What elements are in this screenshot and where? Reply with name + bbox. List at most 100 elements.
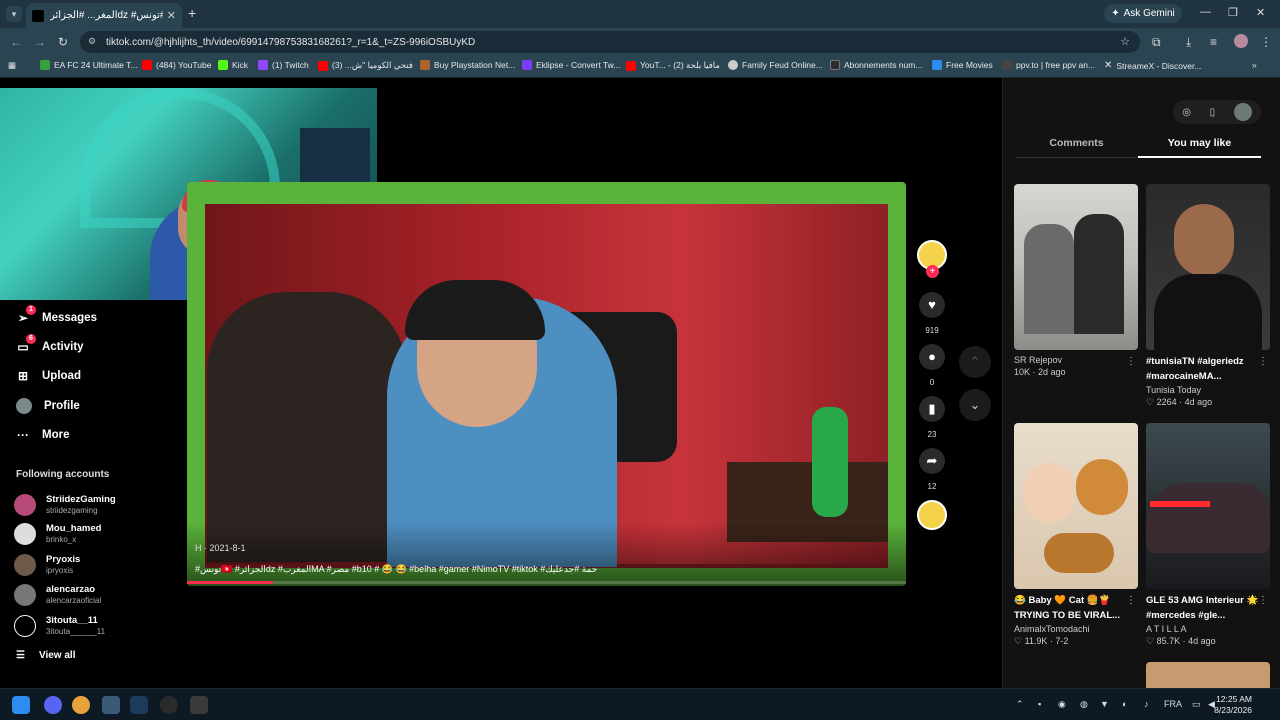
bookmark-icon[interactable]: ▮ bbox=[919, 396, 945, 422]
download-icon[interactable]: ⤓ bbox=[1186, 35, 1191, 50]
youtube-icon bbox=[626, 60, 636, 71]
nav-upload[interactable]: ⊞ Upload bbox=[16, 366, 81, 386]
card-more-icon[interactable]: ⋮ bbox=[1258, 356, 1268, 367]
chevron-down-icon[interactable]: ⌄ bbox=[959, 389, 991, 421]
suggested-video-card[interactable]: SR Rejepov 10K · 2d ago ⋮ bbox=[1014, 184, 1138, 377]
more-bookmarks-icon[interactable]: » bbox=[1252, 60, 1257, 70]
user-avatar-icon[interactable] bbox=[1233, 103, 1252, 121]
tray-app-icon[interactable]: ▼ bbox=[1100, 699, 1109, 709]
bookmark-9[interactable]: Abonnements num... bbox=[830, 60, 922, 70]
comment-icon[interactable]: ● bbox=[919, 344, 945, 370]
settings-icon[interactable] bbox=[102, 696, 120, 714]
video-progress-bar[interactable] bbox=[187, 581, 906, 584]
media-control-icon[interactable]: ≡ bbox=[1210, 35, 1217, 49]
bookmark-label: Free Movies bbox=[946, 60, 993, 70]
live-icon[interactable]: ◎ bbox=[1182, 107, 1191, 118]
suggested-video-card[interactable]: #tunisiaTN #algeriedz #marocaineMA... Tu… bbox=[1146, 184, 1270, 408]
tab-comments[interactable]: Comments bbox=[1015, 137, 1138, 149]
following-account[interactable]: Mou_hamed brinko_x bbox=[14, 521, 154, 547]
url-field[interactable]: ⚙ tiktok.com/@hjhlijhts_th/video/6991479… bbox=[80, 31, 1140, 53]
close-window-icon[interactable]: ✕ bbox=[1256, 6, 1265, 19]
windows-taskbar: ⌃ ▪ ◉ ◍ ▼ ◐ ♪ FRA ▭ ◀ 12:25 AM 8/23/2026 bbox=[0, 688, 1280, 720]
account-name: Pryoxis bbox=[46, 554, 81, 565]
nav-messages[interactable]: ➢ 1 Messages bbox=[16, 305, 97, 328]
network-icon[interactable]: ▭ bbox=[1192, 699, 1201, 710]
obs-icon[interactable] bbox=[160, 696, 178, 714]
globe-icon bbox=[728, 60, 738, 70]
card-more-icon[interactable]: ⋮ bbox=[1258, 595, 1268, 606]
bookmark-1[interactable]: (484) YouTube bbox=[142, 60, 211, 70]
bookmark-label: Buy Playstation Net... bbox=[434, 60, 516, 70]
nav-profile[interactable]: Profile bbox=[16, 396, 80, 416]
chrome-icon[interactable] bbox=[72, 696, 90, 714]
nav-more[interactable]: ··· More bbox=[16, 425, 69, 445]
account-handle: 3itouta______11 bbox=[46, 627, 106, 636]
apps-grid-icon[interactable]: ▦ bbox=[8, 60, 16, 71]
chevron-up-icon[interactable]: ⌃ bbox=[959, 346, 991, 378]
tray-discord-icon[interactable]: ◐ bbox=[1122, 699, 1127, 709]
card-more-icon[interactable]: ⋮ bbox=[1126, 356, 1136, 367]
tray-steam-icon[interactable]: ◉ bbox=[1058, 699, 1066, 710]
bookmark-6[interactable]: Eklipse - Convert Tw... bbox=[522, 60, 620, 70]
extensions-icon[interactable]: ⧉ bbox=[1152, 35, 1161, 50]
ask-gemini-button[interactable]: ✦ Ask Gemini bbox=[1104, 4, 1182, 23]
view-all-link[interactable]: ☰ View all bbox=[16, 650, 75, 661]
tray-app-icon[interactable]: ▪ bbox=[1038, 699, 1041, 709]
steam-icon[interactable] bbox=[130, 696, 148, 714]
tab-you-may-like[interactable]: You may like bbox=[1138, 137, 1261, 158]
card-title: 😂 Baby 🧡 Cat 🍔🍟 TRYING TO BE VIRAL... bbox=[1014, 595, 1121, 621]
bookmark-11[interactable]: ppv.to | free ppv an... bbox=[1002, 60, 1095, 70]
menu-kebab-icon[interactable]: ⋮ bbox=[1260, 35, 1272, 49]
card-more-icon[interactable]: ⋮ bbox=[1126, 595, 1136, 606]
thumb-car bbox=[1146, 483, 1270, 553]
following-account[interactable]: alencarzao alencarzaoficial bbox=[14, 582, 154, 608]
tray-app-icon[interactable]: ◍ bbox=[1080, 699, 1088, 710]
taskbar-clock[interactable]: 12:25 AM 8/23/2026 bbox=[1214, 694, 1252, 716]
suggested-video-card[interactable]: 😂 Baby 🧡 Cat 🍔🍟 TRYING TO BE VIRAL... An… bbox=[1014, 423, 1138, 647]
follow-plus-icon[interactable]: + bbox=[926, 265, 939, 278]
back-arrow-icon[interactable]: ← bbox=[10, 35, 22, 49]
site-info-icon[interactable]: ⚙ bbox=[88, 36, 100, 48]
minimize-icon[interactable]: — bbox=[1200, 6, 1211, 18]
bookmark-7[interactable]: YouT... - مافيا بلحة (2) bbox=[626, 60, 720, 71]
restore-icon[interactable]: ❐ bbox=[1228, 6, 1238, 19]
following-account[interactable]: Pryoxis ipryoxis bbox=[14, 552, 154, 578]
video-player[interactable] bbox=[187, 182, 906, 586]
microphone-icon[interactable]: ♪ bbox=[1144, 699, 1149, 709]
suggested-video-card[interactable]: GLE 53 AMG Interieur 🌟 #mercedes #gle...… bbox=[1146, 423, 1270, 647]
bookmark-2[interactable]: Kick bbox=[218, 60, 248, 70]
profile-avatar-icon[interactable] bbox=[1234, 34, 1248, 48]
bookmark-favicon-icon bbox=[40, 60, 50, 70]
bookmark-10[interactable]: Free Movies bbox=[932, 60, 993, 70]
bookmark-12[interactable]: ✕ StreameX - Discover... bbox=[1104, 60, 1201, 71]
reload-icon[interactable]: ↻ bbox=[58, 35, 68, 49]
discord-icon[interactable] bbox=[44, 696, 62, 714]
language-indicator[interactable]: FRA bbox=[1164, 699, 1182, 709]
bookmark-0[interactable]: EA FC 24 Ultimate T... bbox=[40, 60, 137, 70]
card-author: SR Rejepov bbox=[1014, 355, 1063, 365]
following-account[interactable]: StriidezGaming striidezgaming bbox=[14, 492, 154, 518]
close-tab-icon[interactable]: ✕ bbox=[167, 9, 176, 22]
nav-activity[interactable]: ▭ 6 Activity bbox=[16, 334, 84, 357]
app-icon[interactable] bbox=[190, 696, 208, 714]
bookmark-4[interactable]: فتحي الكوميا "ش... (3) bbox=[318, 60, 413, 71]
card-title: GLE 53 AMG Interieur 🌟 #mercedes #gle... bbox=[1146, 595, 1259, 621]
following-account[interactable]: 3itouta__11 3itouta______11 bbox=[14, 613, 154, 639]
heart-icon[interactable]: ♥ bbox=[919, 292, 945, 318]
browser-tab[interactable]: المغر... #الجزائرdz #تونس# ✕ bbox=[26, 3, 182, 28]
share-icon[interactable]: ➦ bbox=[919, 448, 945, 474]
bookmark-5[interactable]: Buy Playstation Net... bbox=[420, 60, 515, 70]
video-caption[interactable]: #تونس🇹🇳 #الجزائرdz #المغربMA #مصر #b10 #… bbox=[195, 564, 895, 575]
next-video-thumbnail[interactable] bbox=[1146, 662, 1270, 688]
new-tab-button[interactable]: + bbox=[188, 5, 196, 21]
bookmark-star-icon[interactable]: ☆ bbox=[1120, 35, 1130, 48]
tab-search-button[interactable]: ▾ bbox=[6, 6, 22, 22]
tray-chevron-icon[interactable]: ⌃ bbox=[1016, 699, 1024, 710]
phone-icon[interactable]: ▯ bbox=[1210, 107, 1216, 118]
activity-badge: 6 bbox=[26, 334, 36, 344]
bookmark-8[interactable]: Family Feud Online... bbox=[728, 60, 823, 70]
bookmark-3[interactable]: (1) Twitch bbox=[258, 60, 309, 70]
forward-arrow-icon[interactable]: → bbox=[34, 35, 46, 49]
music-disc-avatar[interactable] bbox=[917, 500, 947, 530]
windows-start-icon[interactable] bbox=[12, 696, 30, 714]
